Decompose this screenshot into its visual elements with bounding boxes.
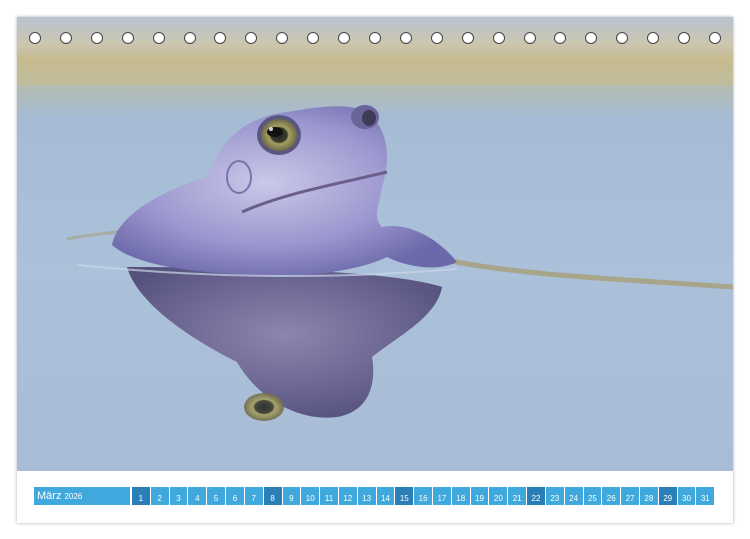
- day-number: 29: [663, 494, 673, 503]
- binding-hole: [708, 32, 721, 44]
- day-number: 22: [531, 494, 541, 503]
- day-cell: 26: [602, 487, 621, 505]
- binding-hole: [214, 32, 227, 44]
- day-cell: 1: [132, 487, 150, 505]
- day-number: 26: [606, 494, 616, 503]
- day-cell: 16: [414, 487, 432, 505]
- day-number: 20: [493, 494, 503, 503]
- day-number: 13: [362, 494, 372, 503]
- day-number: 4: [195, 494, 200, 503]
- day-cell: 13: [357, 487, 376, 505]
- day-cell: 25: [583, 487, 602, 505]
- day-number: 14: [381, 494, 390, 503]
- day-cell: 7: [244, 487, 263, 505]
- binding-hole: [430, 32, 443, 44]
- day-number: 18: [456, 494, 466, 503]
- day-number: 16: [418, 494, 428, 503]
- day-number: 7: [251, 494, 256, 503]
- day-cell: 8: [263, 487, 282, 505]
- binding-hole: [368, 32, 381, 44]
- day-number: 28: [644, 494, 654, 503]
- day-cell: 20: [489, 487, 508, 505]
- binding-hole: [523, 32, 536, 44]
- day-number: 5: [213, 494, 219, 503]
- day-cell: 4: [188, 487, 207, 505]
- day-cell: 12: [338, 487, 357, 505]
- day-cell: 24: [564, 487, 583, 505]
- binding-hole: [276, 32, 289, 44]
- frog-illustration: [17, 17, 733, 471]
- calendar-page: März 2026 1 2 3 4 5 6 7 8 9 10 11 12 13 14 15 16 17 18 19 2…: [17, 17, 733, 523]
- binding-hole: [616, 32, 629, 44]
- day-number: 25: [587, 494, 597, 503]
- binding-hole: [29, 32, 41, 44]
- day-cell: 5: [207, 487, 226, 505]
- day-cell: 22: [527, 487, 545, 505]
- day-cells: 1 2 3 4 5 6 7 8 9 10 11 12 13 14 15 16 17 18 19 20 21 22 23 24 2…: [132, 487, 715, 505]
- day-number: 11: [324, 494, 334, 503]
- day-cell: 17: [433, 487, 451, 505]
- binding-hole: [492, 32, 505, 44]
- day-cell: 31: [696, 487, 715, 505]
- day-number: 27: [625, 494, 635, 503]
- binding-hole: [461, 32, 474, 44]
- day-number: 24: [569, 494, 579, 503]
- day-cell: 11: [320, 487, 338, 505]
- binding-hole: [338, 32, 351, 44]
- day-cell: 3: [169, 487, 188, 505]
- day-number: 23: [550, 494, 560, 503]
- day-number: 15: [399, 494, 409, 503]
- day-number: 19: [475, 494, 484, 503]
- binding-hole: [59, 32, 72, 44]
- day-cell: 29: [658, 487, 677, 505]
- day-cell: 28: [639, 487, 658, 505]
- day-number: 2: [157, 494, 162, 503]
- day-number: 12: [343, 494, 353, 503]
- day-cell: 9: [282, 487, 301, 505]
- binding-hole: [399, 32, 412, 44]
- day-cell: 14: [376, 487, 395, 505]
- binding-hole: [307, 32, 320, 44]
- frog-photo: [17, 17, 733, 471]
- day-cell: 18: [451, 487, 470, 505]
- month-name: März: [37, 490, 62, 502]
- day-number: 21: [512, 494, 522, 503]
- binding-hole: [585, 32, 598, 44]
- day-number: 1: [138, 494, 144, 503]
- day-cell: 23: [545, 487, 564, 505]
- binding-hole: [121, 32, 134, 44]
- day-number: 31: [700, 494, 710, 503]
- month-calendar-bar: März 2026 1 2 3 4 5 6 7 8 9 10 11 12 13 14 15 16 17 18 19 2…: [34, 487, 715, 505]
- day-number: 8: [270, 494, 275, 503]
- day-cell: 10: [301, 487, 320, 505]
- binding-hole: [245, 32, 258, 44]
- month-label: März 2026: [34, 487, 130, 505]
- day-number: 10: [305, 494, 315, 503]
- binding-hole: [183, 32, 196, 44]
- day-cell: 30: [677, 487, 696, 505]
- day-cell: 2: [150, 487, 169, 505]
- day-number: 3: [176, 494, 181, 503]
- day-number: 6: [232, 494, 238, 503]
- month-year: 2026: [64, 491, 83, 501]
- day-number: 17: [437, 494, 447, 503]
- day-cell: 19: [470, 487, 489, 505]
- day-cell: 6: [226, 487, 244, 505]
- day-number: 9: [289, 494, 294, 503]
- day-cell: 27: [621, 487, 639, 505]
- binding-hole: [90, 32, 103, 44]
- binding-hole: [554, 32, 567, 44]
- day-number: 30: [682, 494, 691, 503]
- day-cell: 15: [395, 487, 414, 505]
- binding-holes: [29, 32, 721, 48]
- day-cell: 21: [508, 487, 527, 505]
- binding-hole: [647, 32, 660, 44]
- binding-hole: [152, 32, 165, 44]
- binding-hole: [678, 32, 691, 44]
